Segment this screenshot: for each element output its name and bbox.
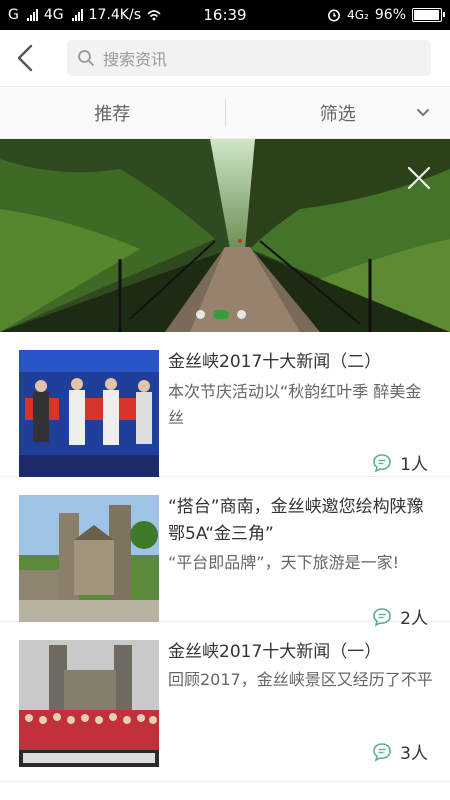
signal-icon-2 — [71, 9, 83, 21]
back-button[interactable] — [0, 30, 50, 86]
carousel-indicator — [196, 310, 246, 319]
tab-bar: 推荐 筛选 — [0, 86, 450, 139]
comment-label: 3人 — [400, 744, 428, 764]
news-title: “搭台”商南，金丝峡邀您绘构陕豫鄂5A“金三角” — [168, 497, 424, 544]
comment-icon — [373, 453, 391, 472]
search-icon — [78, 50, 94, 66]
carousel-dot[interactable] — [196, 310, 205, 319]
news-thumbnail — [19, 495, 159, 622]
alarm-icon — [328, 9, 341, 22]
banner-close-icon[interactable] — [406, 165, 432, 191]
news-title: 金丝峡2017十大新闻（二） — [168, 352, 382, 372]
carousel-dot-active[interactable] — [213, 310, 229, 319]
search-header: 搜索资讯 — [0, 30, 450, 86]
news-thumbnail — [19, 350, 159, 477]
news-item[interactable]: 金丝峡2017十大新闻（一） 回顾2017，金丝峡景区又经历了不平 3人 — [0, 622, 450, 782]
news-item[interactable]: “搭台”商南，金丝峡邀您绘构陕豫鄂5A“金三角” “平台即品牌”，天下旅游是一家… — [0, 477, 450, 629]
news-item[interactable]: 金丝峡2017十大新闻（二） 本次节庆活动以“秋韵红叶季 醉美金丝 1人 — [0, 332, 450, 477]
news-thumbnail — [19, 640, 159, 767]
signal-icon — [26, 9, 38, 21]
carrier-label: G — [8, 7, 19, 23]
banner-carousel[interactable] — [0, 139, 450, 332]
network-type: 4G₂ — [347, 8, 369, 22]
search-placeholder: 搜索资讯 — [103, 50, 168, 69]
tab-filter[interactable]: 筛选 — [226, 100, 450, 126]
news-summary: “平台即品牌”，天下旅游是一家! — [168, 553, 399, 572]
news-title: 金丝峡2017十大新闻（一） — [168, 642, 382, 662]
news-list: 金丝峡2017十大新闻（二） 本次节庆活动以“秋韵红叶季 醉美金丝 1人 “搭台… — [0, 332, 450, 782]
news-summary: 回顾2017，金丝峡景区又经历了不平 — [168, 670, 433, 689]
battery-icon — [412, 8, 445, 22]
battery-percent: 96% — [374, 7, 406, 23]
banner-image — [0, 139, 450, 332]
status-bar: G 4G 17.4K/s 16:39 4G₂ 96% — [0, 0, 450, 30]
search-input[interactable]: 搜索资讯 — [67, 40, 431, 76]
comment-icon — [373, 742, 391, 761]
comment-label: 1人 — [400, 455, 428, 475]
carrier-label-2: 4G — [43, 7, 64, 23]
wifi-icon — [147, 10, 161, 21]
back-arrow-icon — [17, 44, 33, 72]
chevron-down-icon — [417, 108, 429, 116]
comment-count[interactable]: 1人 — [372, 450, 428, 475]
network-speed: 17.4K/s — [88, 7, 141, 23]
news-summary: 本次节庆活动以“秋韵红叶季 醉美金丝 — [168, 382, 422, 427]
carousel-dot[interactable] — [237, 310, 246, 319]
battery-level — [414, 10, 439, 20]
tab-recommend[interactable]: 推荐 — [0, 100, 225, 126]
tab-filter-label: 筛选 — [319, 103, 356, 125]
comment-count[interactable]: 3人 — [372, 739, 428, 764]
